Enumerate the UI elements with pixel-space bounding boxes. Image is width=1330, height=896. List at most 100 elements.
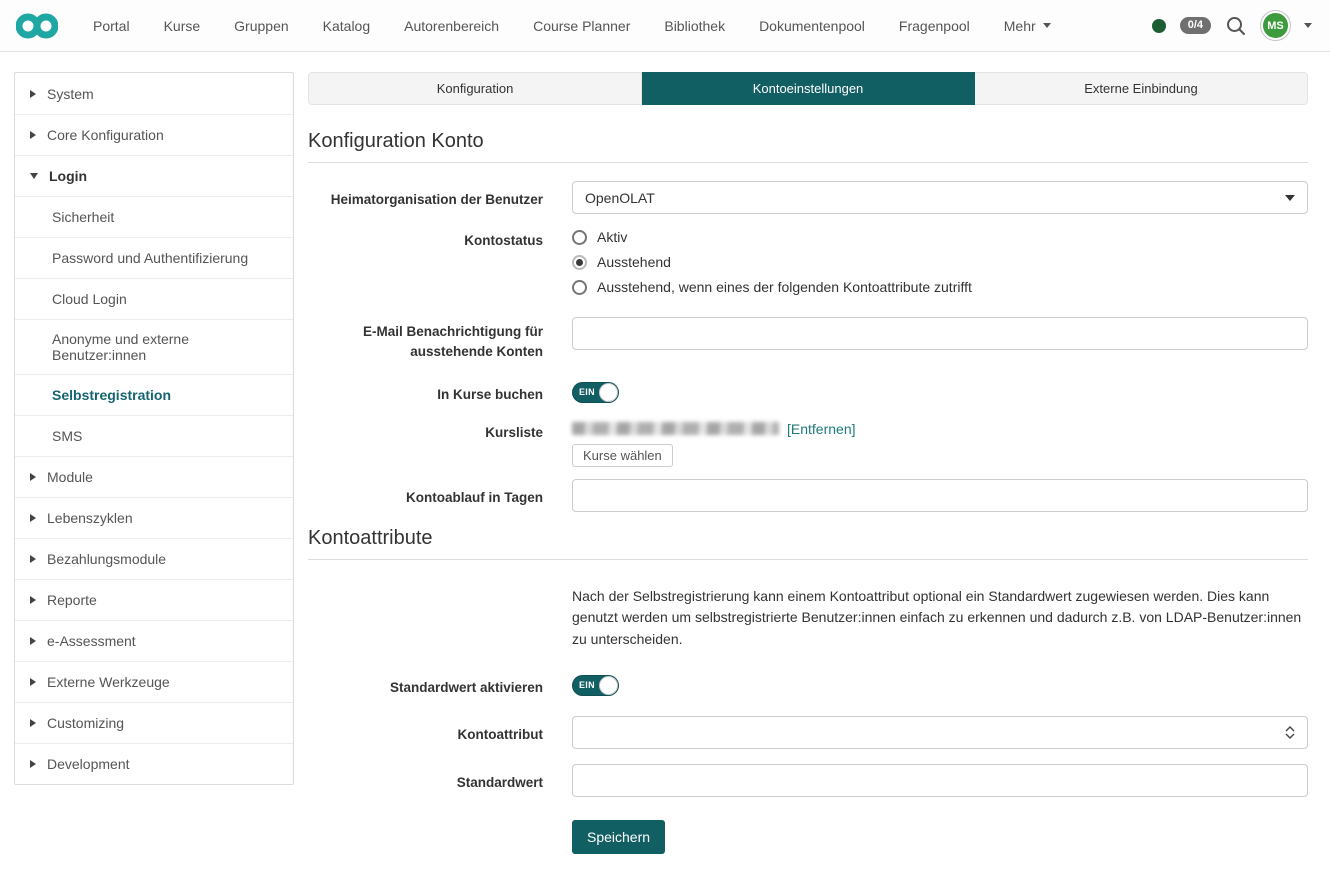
radio-option-aktiv[interactable]: Aktiv xyxy=(572,229,1308,245)
email-benachrichtigung-label: E-Mail Benachrichtigung für ausstehende … xyxy=(308,317,543,363)
kursliste-entfernen-link[interactable]: [Entfernen] xyxy=(787,421,856,437)
nav-item-portal[interactable]: Portal xyxy=(76,18,147,34)
radio-icon[interactable] xyxy=(572,230,587,245)
kontoattribut-select[interactable] xyxy=(572,716,1308,749)
chevron-right-icon xyxy=(30,131,36,139)
form-row-kontostatus: Kontostatus Aktiv Ausstehend Ausstehend,… xyxy=(308,229,1308,295)
nav-item-mehr-label: Mehr xyxy=(1004,18,1036,34)
nav-item-fragenpool[interactable]: Fragenpool xyxy=(882,18,987,34)
nav-item-bibliothek[interactable]: Bibliothek xyxy=(647,18,742,34)
standardwert-aktivieren-toggle[interactable]: EIN xyxy=(572,675,619,696)
form-row-kontoattribut: Kontoattribut xyxy=(308,716,1308,749)
chevron-down-icon xyxy=(30,173,38,179)
tab-externe-einbindung[interactable]: Externe Einbindung xyxy=(975,72,1308,105)
form-row-standardwert: Standardwert xyxy=(308,764,1308,797)
heimatorganisation-selected-value: OpenOLAT xyxy=(585,190,655,206)
standardwert-input[interactable] xyxy=(572,764,1308,797)
user-menu-chevron-down-icon[interactable] xyxy=(1304,23,1312,28)
radio-label: Ausstehend xyxy=(597,254,671,270)
nav-item-autorenbereich[interactable]: Autorenbereich xyxy=(387,18,516,34)
toggle-knob xyxy=(599,383,618,402)
chevron-right-icon xyxy=(30,596,36,604)
radio-label: Ausstehend, wenn eines der folgenden Kon… xyxy=(597,279,972,295)
sidebar-item-customizing[interactable]: Customizing xyxy=(15,702,293,743)
kurse-waehlen-button[interactable]: Kurse wählen xyxy=(572,444,673,467)
in-kurse-buchen-label: In Kurse buchen xyxy=(308,378,543,405)
chevron-right-icon xyxy=(30,719,36,727)
openolat-logo-icon[interactable] xyxy=(16,12,58,40)
sidebar-item-label: Module xyxy=(47,469,93,485)
kontoattribute-form: Nach der Selbstregistrierung kann einem … xyxy=(308,572,1308,854)
email-benachrichtigung-input[interactable] xyxy=(572,317,1308,350)
sidebar-item-development[interactable]: Development xyxy=(15,743,293,784)
sidebar-item-core-konfiguration[interactable]: Core Konfiguration xyxy=(15,114,293,155)
nav-item-course-planner[interactable]: Course Planner xyxy=(516,18,647,34)
standardwert-aktivieren-label: Standardwert aktivieren xyxy=(308,671,543,698)
search-icon[interactable] xyxy=(1225,15,1247,37)
redacted-course-name xyxy=(572,422,779,435)
radio-option-ausstehend-kontoattribute[interactable]: Ausstehend, wenn eines der folgenden Kon… xyxy=(572,279,1308,295)
chevron-right-icon xyxy=(30,760,36,768)
radio-option-ausstehend[interactable]: Ausstehend xyxy=(572,254,1308,270)
sidebar-item-lebenszyklen[interactable]: Lebenszyklen xyxy=(15,497,293,538)
radio-checked-icon[interactable] xyxy=(572,255,587,270)
heimatorganisation-label: Heimatorganisation der Benutzer xyxy=(308,181,543,210)
section-title-konfiguration-konto: Konfiguration Konto xyxy=(308,130,1308,163)
presence-indicator-icon xyxy=(1152,19,1166,33)
heimatorganisation-select[interactable]: OpenOLAT xyxy=(572,181,1308,214)
sidebar-item-password-authentifizierung[interactable]: Password und Authentifizierung xyxy=(15,237,293,278)
form-row-kontoablauf: Kontoablauf in Tagen xyxy=(308,479,1308,512)
sidebar-item-module[interactable]: Module xyxy=(15,456,293,497)
sidebar-item-e-assessment[interactable]: e-Assessment xyxy=(15,620,293,661)
chevron-right-icon xyxy=(30,637,36,645)
form-row-description: Nach der Selbstregistrierung kann einem … xyxy=(308,572,1308,651)
sidebar-item-login[interactable]: Login xyxy=(15,155,293,196)
toggle-on-label: EIN xyxy=(579,680,595,690)
sidebar-item-externe-werkzeuge[interactable]: Externe Werkzeuge xyxy=(15,661,293,702)
select-up-down-chevrons-icon xyxy=(1285,726,1295,739)
tab-kontoeinstellungen[interactable]: Kontoeinstellungen xyxy=(642,72,975,105)
sidebar-item-system[interactable]: System xyxy=(15,73,293,114)
sidebar-item-label: Externe Werkzeuge xyxy=(47,674,170,690)
in-kurse-buchen-toggle[interactable]: EIN xyxy=(572,382,619,403)
toggle-on-label: EIN xyxy=(579,387,595,397)
sidebar-item-sicherheit[interactable]: Sicherheit xyxy=(15,196,293,237)
settings-tab-bar: Konfiguration Kontoeinstellungen Externe… xyxy=(308,72,1308,105)
notification-count-badge[interactable]: 0/4 xyxy=(1180,17,1211,34)
sidebar-item-reporte[interactable]: Reporte xyxy=(15,579,293,620)
nav-item-gruppen[interactable]: Gruppen xyxy=(217,18,305,34)
select-chevron-down-icon xyxy=(1285,195,1295,201)
chevron-right-icon xyxy=(30,473,36,481)
chevron-right-icon xyxy=(30,90,36,98)
sidebar-item-label: Login xyxy=(49,168,87,184)
admin-sidebar: System Core Konfiguration Login Sicherhe… xyxy=(14,72,294,785)
sidebar-item-label: Password und Authentifizierung xyxy=(52,250,248,266)
kontostatus-radio-group: Aktiv Ausstehend Ausstehend, wenn eines … xyxy=(572,229,1308,295)
sidebar-item-label: Anonyme und externe Benutzer:innen xyxy=(52,331,278,363)
sidebar-item-selbstregistration[interactable]: Selbstregistration xyxy=(15,374,293,415)
user-avatar[interactable]: MS xyxy=(1261,11,1290,40)
sidebar-item-sms[interactable]: SMS xyxy=(15,415,293,456)
tab-konfiguration[interactable]: Konfiguration xyxy=(308,72,642,105)
nav-item-mehr[interactable]: Mehr xyxy=(987,18,1068,34)
sidebar-item-label: System xyxy=(47,86,94,102)
sidebar-item-cloud-login[interactable]: Cloud Login xyxy=(15,278,293,319)
nav-item-katalog[interactable]: Katalog xyxy=(306,18,387,34)
sidebar-item-label: Selbstregistration xyxy=(52,387,171,403)
nav-item-kurse[interactable]: Kurse xyxy=(147,18,218,34)
nav-item-dokumentenpool[interactable]: Dokumentenpool xyxy=(742,18,882,34)
kursliste-label: Kursliste xyxy=(308,415,543,443)
standardwert-label: Standardwert xyxy=(308,764,543,793)
sidebar-item-label: e-Assessment xyxy=(47,633,136,649)
sidebar-item-anonyme-externe-benutzer[interactable]: Anonyme und externe Benutzer:innen xyxy=(15,319,293,374)
radio-label: Aktiv xyxy=(597,229,627,245)
sidebar-item-label: Core Konfiguration xyxy=(47,127,164,143)
speichern-button[interactable]: Speichern xyxy=(572,820,665,854)
kontoablauf-input[interactable] xyxy=(572,479,1308,512)
chevron-down-icon xyxy=(1043,23,1051,28)
sidebar-item-bezahlungsmodule[interactable]: Bezahlungsmodule xyxy=(15,538,293,579)
main-content: Konfiguration Kontoeinstellungen Externe… xyxy=(308,72,1308,869)
radio-icon[interactable] xyxy=(572,280,587,295)
section-title-kontoattribute: Kontoattribute xyxy=(308,527,1308,560)
chevron-right-icon xyxy=(30,555,36,563)
